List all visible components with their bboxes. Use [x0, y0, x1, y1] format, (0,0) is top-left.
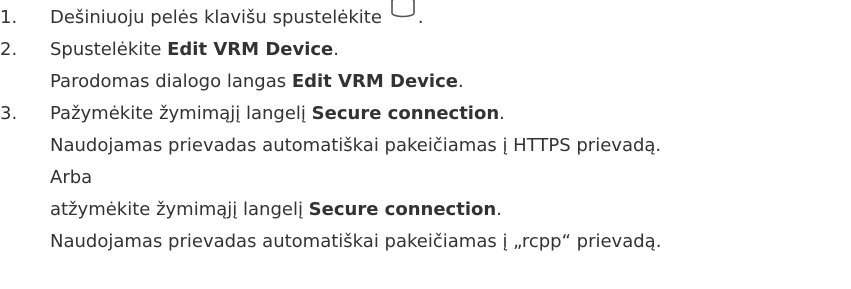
- ui-label-edit-vrm-device: Edit VRM Device: [291, 71, 458, 92]
- ui-label-secure-connection: Secure connection: [311, 103, 500, 124]
- step-text: Spustelėkite Edit VRM Device.: [50, 34, 339, 66]
- instruction-document: 1. Dešiniuoju pelės klavišu spustelėkite…: [0, 0, 851, 289]
- result-text: Parodomas dialogo langas Edit VRM Device…: [50, 66, 464, 98]
- step-text: Dešiniuoju pelės klavišu spustelėkite .: [50, 0, 424, 34]
- step-text: Pažymėkite žymimąjį langelį Secure conne…: [50, 98, 505, 130]
- step-3-text-pre: Pažymėkite žymimąjį langelį: [50, 103, 312, 124]
- step-2-result-pre: Parodomas dialogo langas: [50, 71, 292, 92]
- step-2-result-post: .: [457, 71, 464, 92]
- alternative-label: Arba: [50, 167, 93, 188]
- storage-device-icon: [390, 0, 416, 26]
- step-number: 2.: [0, 39, 18, 60]
- ui-label-secure-connection: Secure connection: [308, 199, 497, 220]
- step-3-alt-post: .: [496, 199, 502, 220]
- step-1-trailing: .: [417, 7, 424, 28]
- step-1-text: Dešiniuoju pelės klavišu spustelėkite: [50, 7, 382, 28]
- ui-label-edit-vrm-device: Edit VRM Device: [167, 39, 334, 60]
- step-3-text-post: .: [499, 103, 505, 124]
- step-number: 1.: [0, 7, 18, 28]
- step-3-alt-pre: atžymėkite žymimąjį langelį: [50, 199, 309, 220]
- step-2-text-post: .: [333, 39, 339, 60]
- alternative-text: atžymėkite žymimąjį langelį Secure conne…: [50, 194, 502, 226]
- step-2-text-pre: Spustelėkite: [50, 39, 168, 60]
- step-number: 3.: [0, 103, 18, 124]
- result-text: Naudojamas prievadas automatiškai pakeič…: [50, 135, 662, 156]
- alternative-result-text: Naudojamas prievadas automatiškai pakeič…: [50, 231, 662, 252]
